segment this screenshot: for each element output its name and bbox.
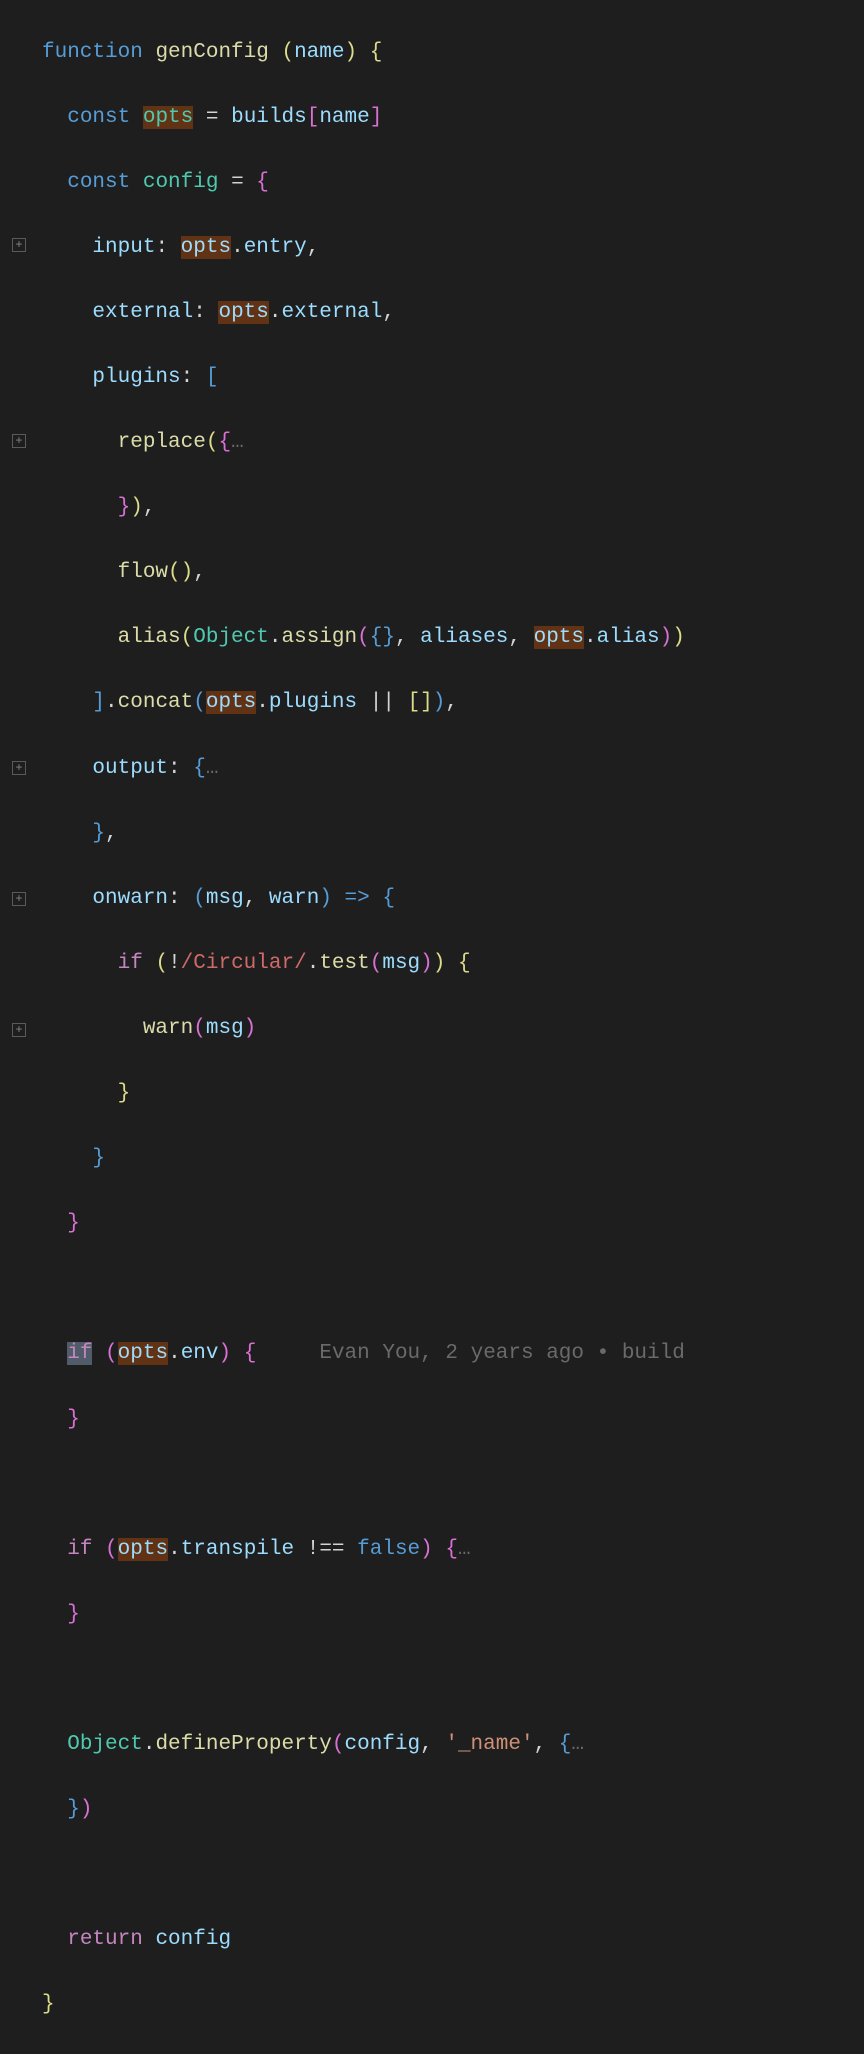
code-line: external: opts.external, — [42, 297, 685, 330]
gutter: + + + + + — [0, 0, 38, 1200]
code-line — [42, 1273, 685, 1306]
code-line — [42, 1664, 685, 1697]
code-line: } — [42, 1989, 685, 2022]
git-blame-annotation: Evan You, 2 years ago • build — [319, 1342, 685, 1365]
code-line: Object.defineProperty(config, '_name', {… — [42, 1729, 685, 1762]
code-line: } — [42, 1078, 685, 1111]
code-line: warn(msg) — [42, 1013, 685, 1046]
fold-icon[interactable]: + — [12, 1023, 26, 1037]
code-line: alias(Object.assign({}, aliases, opts.al… — [42, 622, 685, 655]
code-line: function genConfig (name) { — [42, 37, 685, 70]
code-line: if (!/Circular/.test(msg)) { — [42, 948, 685, 981]
code-line: const opts = builds[name] — [42, 102, 685, 135]
fold-icon[interactable]: + — [12, 761, 26, 775]
code-line: replace({… — [42, 427, 685, 460]
code-line — [42, 1859, 685, 1892]
code-line: const config = { — [42, 167, 685, 200]
code-line: output: {… — [42, 753, 685, 786]
code-line: } — [42, 1143, 685, 1176]
code-line: return config — [42, 1924, 685, 1957]
code-line: onwarn: (msg, warn) => { — [42, 883, 685, 916]
fold-icon[interactable]: + — [12, 434, 26, 448]
code-line: if (opts.env) { Evan You, 2 years ago • … — [42, 1338, 685, 1371]
code-line — [42, 1469, 685, 1502]
code-line: ].concat(opts.plugins || []), — [42, 687, 685, 720]
code-line: plugins: [ — [42, 362, 685, 395]
code-line: if (opts.transpile !== false) {… — [42, 1534, 685, 1567]
code-line: }), — [42, 492, 685, 525]
code-line: }, — [42, 818, 685, 851]
code-line: flow(), — [42, 557, 685, 590]
code-line: } — [42, 1208, 685, 1241]
code-editor[interactable]: function genConfig (name) { const opts =… — [42, 4, 685, 2054]
code-line: } — [42, 1404, 685, 1437]
code-line: } — [42, 1599, 685, 1632]
fold-icon[interactable]: + — [12, 238, 26, 252]
code-line: }) — [42, 1794, 685, 1827]
fold-icon[interactable]: + — [12, 892, 26, 906]
code-line: input: opts.entry, — [42, 232, 685, 265]
